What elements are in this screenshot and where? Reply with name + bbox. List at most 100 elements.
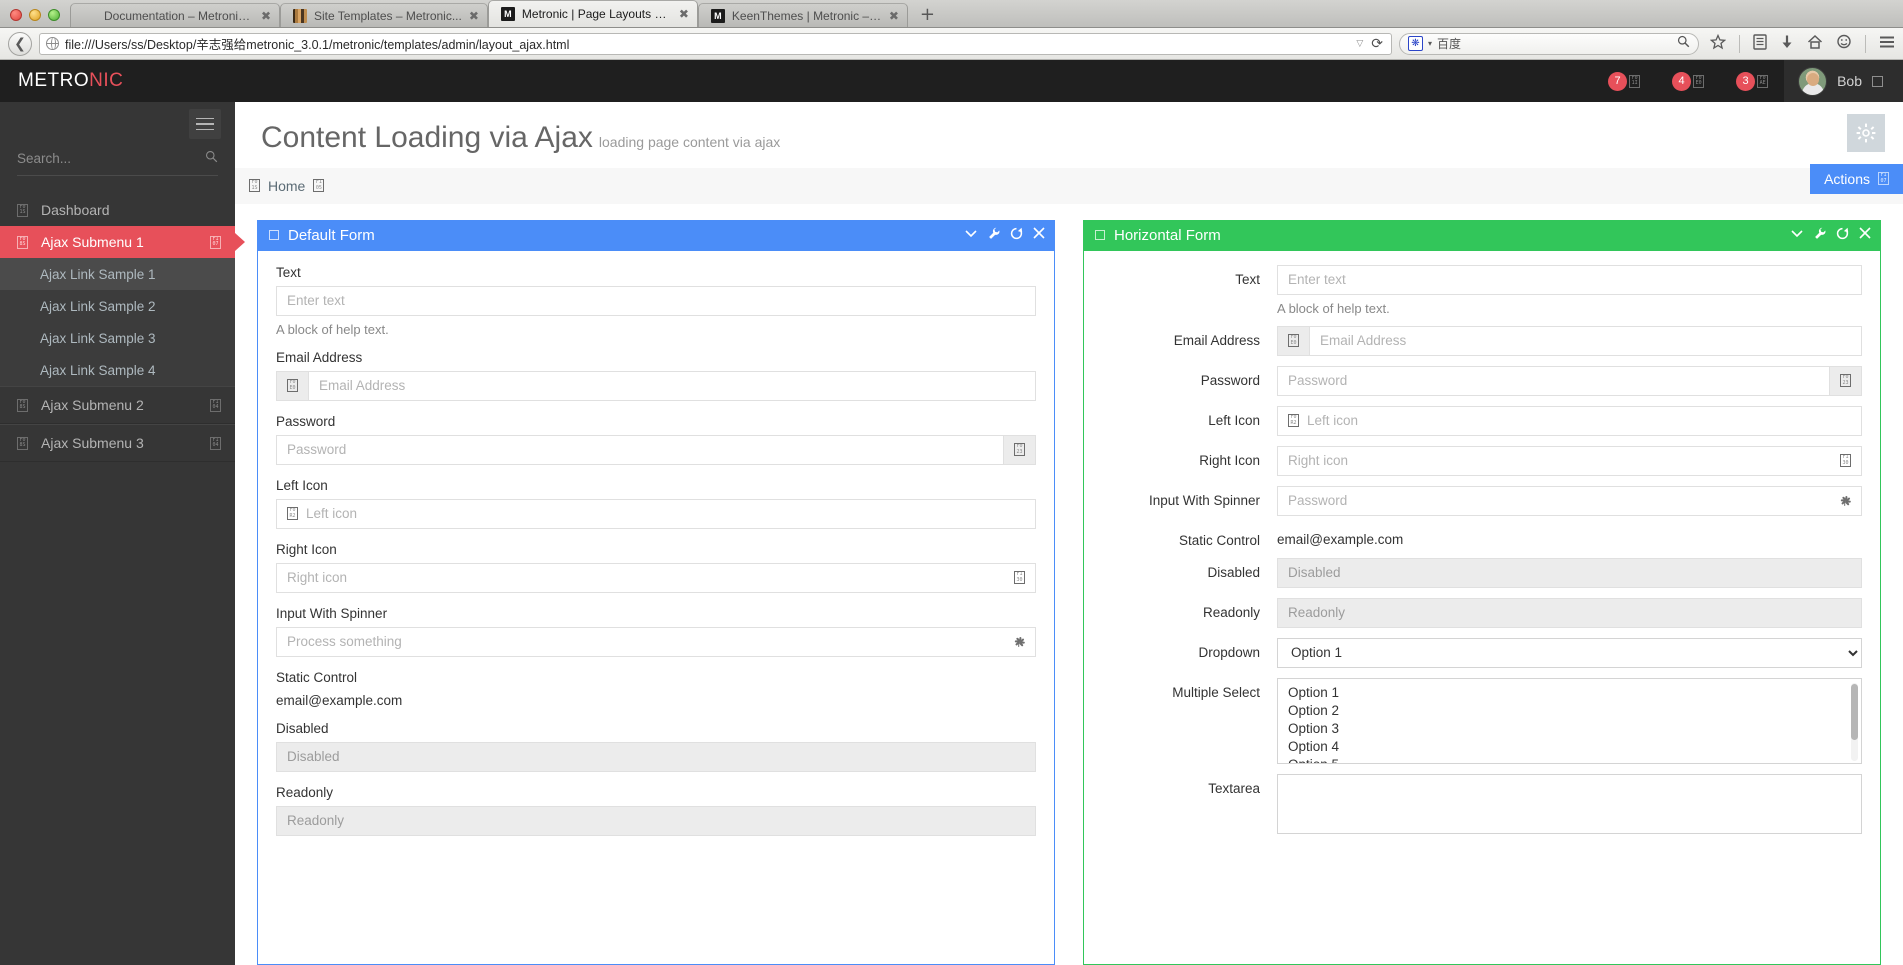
tab-close-icon[interactable]: ✖ xyxy=(469,10,479,22)
panel-header-default-form: Default Form xyxy=(258,220,1054,251)
chevron-down-icon[interactable]: ▽ xyxy=(1356,39,1363,49)
close-icon[interactable] xyxy=(1859,227,1871,243)
left-icon-input-placeholder: Left icon xyxy=(306,506,1025,521)
password-field-wrap: Password F023 xyxy=(1277,366,1862,396)
multiselect-option[interactable]: Option 3 xyxy=(1278,720,1861,738)
address-bar[interactable]: file:///Users/ss/Desktop/辛志强给metronic_3.… xyxy=(39,33,1392,55)
text-input[interactable]: Enter text xyxy=(1277,265,1862,295)
user-icon: F0R2 xyxy=(287,507,298,520)
textarea-input[interactable] xyxy=(1277,774,1862,834)
field-group-disabled: Disabled Disabled xyxy=(1102,558,1862,588)
notification-bar-chart[interactable]: 7 F01I xyxy=(1592,60,1656,102)
left-icon-input[interactable]: F0R2 Left icon xyxy=(1277,406,1862,436)
sidebar-item-dashboard[interactable]: F01S Dashboard xyxy=(0,194,235,226)
sidebar-item-ajax-submenu-2[interactable]: F08S Ajax Submenu 2 F104 xyxy=(0,386,235,424)
search-icon[interactable] xyxy=(205,150,218,167)
actions-button[interactable]: Actions F107 xyxy=(1810,164,1903,194)
reload-icon[interactable]: ⟳ xyxy=(1369,36,1385,52)
multiselect-listbox[interactable]: Option 1 Option 2 Option 3 Option 4 Opti… xyxy=(1277,678,1862,764)
dropdown-select[interactable]: Option 1 Option 2 Option 3 Option 4 Opti… xyxy=(1277,638,1862,668)
spinner-input[interactable]: Process something xyxy=(276,627,1036,657)
wrench-icon[interactable] xyxy=(988,227,1000,244)
user-menu[interactable]: Bob xyxy=(1784,60,1903,102)
notification-envelope[interactable]: 4 F0E0 xyxy=(1656,60,1720,102)
close-icon[interactable] xyxy=(1033,227,1045,243)
sidebar-item-label: Ajax Submenu 2 xyxy=(41,397,197,413)
breadcrumb-home[interactable]: F01S Home F105 xyxy=(249,178,324,194)
logo-text-main: METRO xyxy=(18,70,89,91)
sidebar-item-ajax-submenu-3[interactable]: F08S Ajax Submenu 3 F104 xyxy=(0,424,235,462)
wrench-icon[interactable] xyxy=(1814,227,1826,244)
tab-close-icon[interactable]: ✖ xyxy=(679,8,689,20)
text-input[interactable]: Enter text xyxy=(276,286,1036,316)
tab-title: Documentation – Metronic Ad... xyxy=(104,9,254,23)
right-icon-input[interactable]: Right icon F130 xyxy=(1277,446,1862,476)
browser-toolbar-icons xyxy=(1706,34,1895,53)
sidebar-item-ajax-submenu-1[interactable]: F08S Ajax Submenu 1 F107 xyxy=(0,226,235,258)
field-group-spinner: Input With Spinner Password xyxy=(1102,486,1862,516)
window-close-button[interactable] xyxy=(10,9,22,21)
multiselect-option[interactable]: Option 2 xyxy=(1278,702,1861,720)
left-icon-input[interactable]: F0R2 Left icon xyxy=(276,499,1036,529)
password-input[interactable]: Password xyxy=(1277,366,1829,396)
password-input-group: Password F023 xyxy=(1277,366,1862,396)
browser-tab-1[interactable]: Documentation – Metronic Ad... ✖ xyxy=(70,3,280,27)
browser-tab-3-active[interactable]: M Metronic | Page Layouts – ... ✖ xyxy=(488,0,698,27)
star-icon[interactable] xyxy=(1710,34,1726,53)
back-button[interactable]: ❮ xyxy=(8,32,32,56)
browser-search-box[interactable]: ❋ ▾ 百度 xyxy=(1399,33,1699,55)
window-zoom-button[interactable] xyxy=(48,9,60,21)
library-icon[interactable] xyxy=(1753,34,1767,53)
chevron-down-icon[interactable]: ▾ xyxy=(1428,39,1432,48)
search-icon[interactable] xyxy=(1677,35,1690,52)
search-input-placeholder[interactable]: Search... xyxy=(17,151,205,166)
multiselect-option[interactable]: Option 5 xyxy=(1278,756,1861,764)
home-icon[interactable] xyxy=(1807,34,1823,53)
field-label-dropdown: Dropdown xyxy=(1102,638,1277,660)
sidebar-item-label: Ajax Submenu 1 xyxy=(41,234,197,250)
sidebar-subitem-ajax-link-sample-2[interactable]: Ajax Link Sample 2 xyxy=(0,290,235,322)
app-logo[interactable]: METRONIC xyxy=(0,70,235,92)
refresh-icon[interactable] xyxy=(1010,227,1023,244)
multiselect-scrollbar-thumb[interactable] xyxy=(1851,684,1858,740)
field-group-email: Email Address F0E0 Email Address xyxy=(1102,326,1862,356)
download-icon[interactable] xyxy=(1780,34,1794,53)
browser-chrome: Documentation – Metronic Ad... ✖ Site Te… xyxy=(0,0,1903,60)
new-tab-button[interactable]: + xyxy=(908,6,947,27)
field-group-password: Password Password F023 xyxy=(1102,366,1862,396)
sidebar-search[interactable]: Search... xyxy=(17,150,218,176)
sidebar-toggle-button[interactable] xyxy=(189,109,221,139)
sidebar-subitem-ajax-link-sample-3[interactable]: Ajax Link Sample 3 xyxy=(0,322,235,354)
password-input[interactable]: Password xyxy=(276,435,1003,465)
chat-icon[interactable] xyxy=(1836,34,1852,53)
refresh-icon[interactable] xyxy=(1836,227,1849,244)
text-input-placeholder: Enter text xyxy=(287,293,1025,308)
multiselect-option[interactable]: Option 4 xyxy=(1278,738,1861,756)
app-header: METRONIC 7 F01I 4 F0E0 3 F0AE Bob xyxy=(0,60,1903,102)
window-minimize-button[interactable] xyxy=(29,9,41,21)
password-input-placeholder: Password xyxy=(287,442,993,457)
baidu-engine-icon[interactable]: ❋ xyxy=(1408,36,1423,51)
browser-tab-4[interactable]: M KeenThemes | Metronic – ... ✖ xyxy=(698,3,908,27)
menu-icon[interactable] xyxy=(1879,35,1895,52)
disabled-field-wrap: Disabled xyxy=(1277,558,1862,588)
spinner-input[interactable]: Password xyxy=(1277,486,1862,516)
field-label-disabled: Disabled xyxy=(276,721,1036,736)
caret-down-icon: F107 xyxy=(1878,172,1889,185)
tab-close-icon[interactable]: ✖ xyxy=(889,10,899,22)
gear-icon[interactable] xyxy=(1847,114,1885,152)
right-icon-input[interactable]: Right icon F130 xyxy=(276,563,1036,593)
tab-close-icon[interactable]: ✖ xyxy=(261,10,271,22)
chevron-down-icon[interactable] xyxy=(1790,227,1804,243)
panel-horizontal-form: Horizontal Form xyxy=(1083,220,1881,965)
sidebar-subitem-ajax-link-sample-4[interactable]: Ajax Link Sample 4 xyxy=(0,354,235,386)
chevron-down-icon[interactable] xyxy=(964,227,978,243)
field-group-textarea: Textarea xyxy=(1102,774,1862,834)
sidebar-subitem-ajax-link-sample-1[interactable]: Ajax Link Sample 1 xyxy=(0,258,235,290)
email-input[interactable]: Email Address xyxy=(309,371,1036,401)
email-input[interactable]: Email Address xyxy=(1310,326,1862,356)
panel-title-icon xyxy=(1095,230,1105,240)
notification-tasks[interactable]: 3 F0AE xyxy=(1720,60,1784,102)
browser-tab-2[interactable]: Site Templates – Metronic... ✖ xyxy=(280,3,488,27)
multiselect-option[interactable]: Option 1 xyxy=(1278,684,1861,702)
